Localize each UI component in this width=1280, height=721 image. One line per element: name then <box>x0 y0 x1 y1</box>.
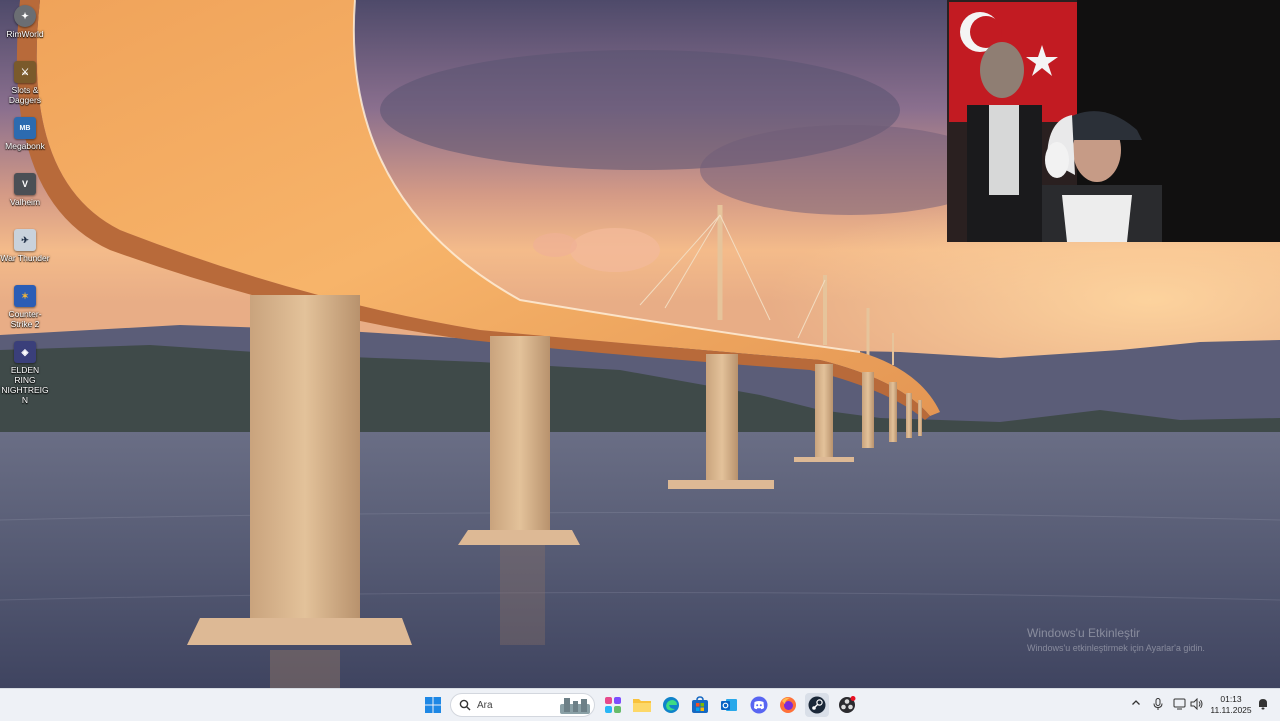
steam-icon <box>808 696 826 714</box>
slots-daggers-icon: ⚔ <box>14 61 36 83</box>
activation-title: Windows'u Etkinleştir <box>1027 626 1140 640</box>
webcam-overlay <box>947 0 1280 242</box>
tray-microphone[interactable] <box>1153 698 1163 713</box>
tray-network[interactable] <box>1173 698 1187 713</box>
desktop-icon-label: Counter-Strike 2 <box>8 309 42 329</box>
taskbar-steam[interactable] <box>805 693 829 717</box>
desktop-icon-elden-ring[interactable]: ◈ ELDEN RING NIGHTREIGN <box>0 341 50 405</box>
desktop-icon-label: Slots & Daggers <box>8 85 42 105</box>
search-highlight-icon <box>560 698 590 714</box>
volume-icon <box>1190 697 1203 711</box>
taskbar-firefox[interactable] <box>776 693 800 717</box>
taskbar-clock[interactable]: 01:13 11.11.2025 <box>1206 694 1256 716</box>
taskbar: Ara 01:13 11.11.2025 <box>0 688 1280 721</box>
obs-icon <box>839 696 856 713</box>
widgets-icon <box>605 697 621 713</box>
taskbar-search-box[interactable]: Ara <box>450 693 595 717</box>
tray-overflow-button[interactable] <box>1131 698 1141 711</box>
desktop-icon-label: Valheim <box>9 197 41 207</box>
edge-icon <box>663 697 679 713</box>
desktop-icon-slots-daggers[interactable]: ⚔ Slots & Daggers <box>0 61 50 105</box>
desktop-icon-label: RimWorld <box>6 29 44 39</box>
taskbar-microsoft-store[interactable] <box>688 693 712 717</box>
desktop-icon-label: ELDEN RING NIGHTREIGN <box>1 365 49 405</box>
notification-icon <box>1259 699 1267 710</box>
microsoft-store-icon <box>692 696 708 713</box>
desktop-icon-rimworld[interactable]: ✦ RimWorld <box>0 5 50 39</box>
desktop-icon-megabonk[interactable]: MB Megabonk <box>0 117 50 151</box>
war-thunder-icon: ✈ <box>14 229 36 251</box>
taskbar-edge[interactable] <box>659 693 683 717</box>
activation-watermark: Windows'u Etkinleştir Windows'u etkinleş… <box>1027 626 1205 656</box>
outlook-icon <box>721 699 737 711</box>
search-placeholder: Ara <box>477 699 493 711</box>
taskbar-discord[interactable] <box>747 693 771 717</box>
desktop-icon-counter-strike[interactable]: ✶ Counter-Strike 2 <box>0 285 50 329</box>
microphone-icon <box>1153 698 1163 710</box>
file-explorer-icon <box>633 699 651 712</box>
windows-start-icon <box>425 697 441 713</box>
desktop-icon-valheim[interactable]: V Valheim <box>0 173 50 207</box>
valheim-icon: V <box>14 173 36 195</box>
rimworld-icon: ✦ <box>14 5 36 27</box>
desktop-icon-label: War Thunder <box>0 253 50 263</box>
taskbar-outlook[interactable] <box>717 693 741 717</box>
megabonk-icon: MB <box>14 117 36 139</box>
taskbar-widgets[interactable] <box>601 693 625 717</box>
firefox-icon <box>780 697 796 713</box>
counter-strike-icon: ✶ <box>14 285 36 307</box>
clock-date: 11.11.2025 <box>1210 705 1252 715</box>
taskbar-file-explorer[interactable] <box>630 693 654 717</box>
activation-subtitle: Windows'u etkinleştirmek için Ayarlar'a … <box>1027 643 1205 653</box>
clock-time: 01:13 <box>1220 694 1242 704</box>
search-icon <box>459 699 471 711</box>
elden-ring-icon: ◈ <box>14 341 36 363</box>
webcam-feed-image <box>947 0 1280 242</box>
discord-icon <box>750 696 768 714</box>
taskbar-obs[interactable] <box>835 693 859 717</box>
start-button[interactable] <box>421 693 445 717</box>
network-icon <box>1173 698 1186 710</box>
chevron-up-icon <box>1132 700 1140 705</box>
tray-volume[interactable] <box>1190 697 1204 713</box>
tray-notifications[interactable] <box>1257 698 1269 713</box>
desktop-icon-war-thunder[interactable]: ✈ War Thunder <box>0 229 50 263</box>
desktop-icon-label: Megabonk <box>5 141 45 151</box>
